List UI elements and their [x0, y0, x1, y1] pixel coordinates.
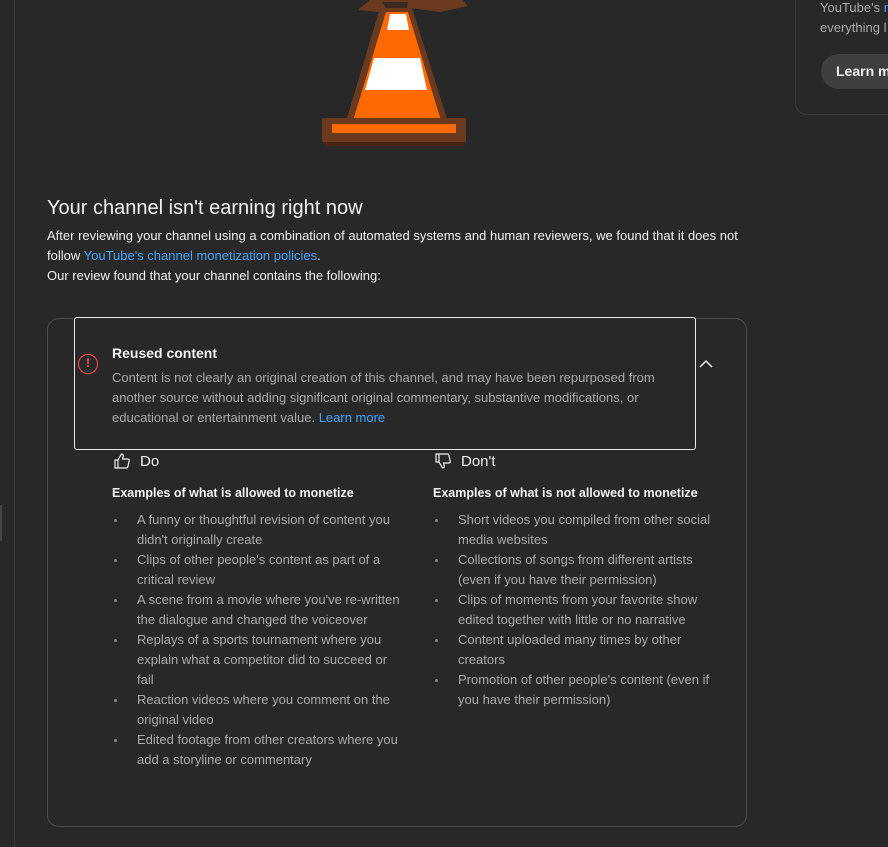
edge-tab[interactable] — [0, 505, 2, 541]
dont-example-item: Content uploaded many times by other cre… — [433, 630, 723, 670]
side-info-line-1: YouTube's m — [820, 0, 888, 15]
thumbs-down-icon — [435, 453, 451, 469]
monetization-policies-link[interactable]: YouTube's channel monetization policies — [84, 248, 318, 263]
do-heading: Do — [113, 452, 159, 470]
dont-subheading: Examples of what is not allowed to monet… — [433, 486, 698, 500]
finding-title: Reused content — [112, 345, 218, 361]
dont-example-item: Clips of moments from your favorite show… — [433, 590, 723, 630]
do-example-item: Clips of other people's content as part … — [112, 550, 402, 590]
alert-circle-icon: ! — [78, 354, 98, 374]
left-divider — [14, 0, 15, 847]
side-info-link[interactable]: m — [884, 0, 888, 15]
side-learn-more-button[interactable]: Learn m — [821, 54, 888, 89]
do-example-item: A funny or thoughtful revision of conten… — [112, 510, 402, 550]
page-title: Your channel isn't earning right now — [47, 197, 363, 219]
chevron-up-icon[interactable] — [698, 356, 714, 372]
review-summary: Our review found that your channel conta… — [47, 268, 381, 283]
side-info-line-2: everything l — [820, 20, 887, 35]
traffic-cone-illustration — [322, 0, 468, 146]
do-example-item: A scene from a movie where you've re-wri… — [112, 590, 402, 630]
dont-heading: Don't — [434, 452, 496, 470]
do-example-item: Edited footage from other creators where… — [112, 730, 402, 770]
dont-example-item: Promotion of other people's content (eve… — [433, 670, 723, 710]
do-example-item: Replays of a sports tournament where you… — [112, 630, 402, 690]
thumbs-up-icon — [114, 453, 130, 469]
do-subheading: Examples of what is allowed to monetize — [112, 486, 354, 500]
dont-examples-list: Short videos you compiled from other soc… — [433, 510, 723, 710]
do-examples-list: A funny or thoughtful revision of conten… — [112, 510, 402, 770]
dont-example-item: Collections of songs from different arti… — [433, 550, 723, 590]
learn-more-link[interactable]: Learn more — [319, 410, 385, 425]
monetization-status-page: YouTube's m everything l Learn m Your ch… — [0, 0, 888, 847]
do-example-item: Reaction videos where you comment on the… — [112, 690, 402, 730]
dont-example-item: Short videos you compiled from other soc… — [433, 510, 723, 550]
review-explanation: After reviewing your channel using a com… — [47, 228, 738, 263]
finding-description: Content is not clearly an original creat… — [112, 370, 655, 425]
